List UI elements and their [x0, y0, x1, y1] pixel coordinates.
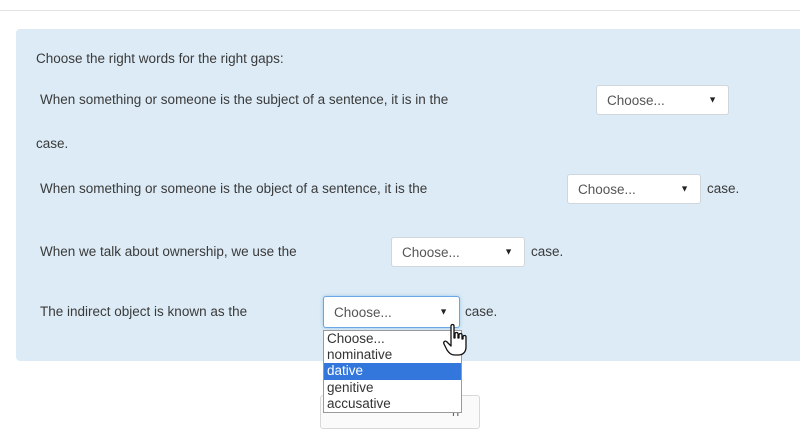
top-divider: [0, 10, 800, 11]
caret-down-icon: ▼: [439, 306, 448, 317]
q2-text-before: When something or someone is the object …: [40, 181, 428, 196]
dropdown-option[interactable]: Choose...: [324, 331, 461, 347]
q1-select-value: Choose...: [607, 92, 665, 108]
q4-text-after: case.: [465, 304, 498, 319]
caret-down-icon: ▼: [708, 94, 717, 105]
hand-pointer-icon: [443, 323, 467, 356]
q2-text-after: case.: [707, 181, 740, 196]
dropdown-option[interactable]: accusative: [324, 396, 461, 412]
caret-down-icon: ▼: [504, 246, 513, 257]
caret-down-icon: ▼: [680, 183, 689, 194]
q3-select-value: Choose...: [402, 244, 460, 260]
q1-select[interactable]: Choose... ▼: [596, 85, 729, 115]
q3-text-before: When we talk about ownership, we use the: [40, 244, 297, 259]
q1-text-before: When something or someone is the subject…: [40, 92, 449, 107]
dropdown-option-highlighted[interactable]: dative: [324, 363, 461, 380]
q3-select[interactable]: Choose... ▼: [391, 237, 525, 267]
q2-select[interactable]: Choose... ▼: [567, 174, 701, 204]
instruction-text: Choose the right words for the right gap…: [36, 51, 284, 66]
dropdown-option[interactable]: genitive: [324, 380, 461, 396]
q4-select[interactable]: Choose... ▼: [323, 296, 460, 328]
q1-text-after: case.: [36, 136, 69, 151]
dropdown-option[interactable]: nominative: [324, 347, 461, 363]
q3-text-after: case.: [531, 244, 564, 259]
q4-select-value: Choose...: [334, 304, 392, 320]
q4-text-before: The indirect object is known as the: [40, 304, 248, 319]
q2-select-value: Choose...: [578, 181, 636, 197]
